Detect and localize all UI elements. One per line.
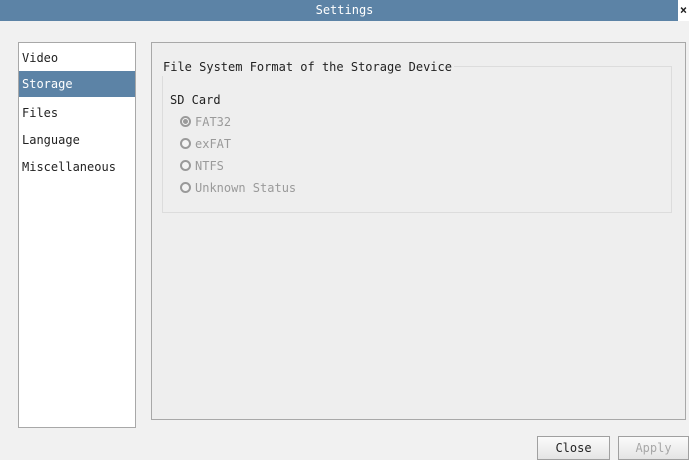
close-icon[interactable]: × [678, 0, 689, 21]
radio-label: exFAT [195, 137, 232, 151]
title-bar: Settings × [0, 0, 689, 21]
radio-label: Unknown Status [195, 181, 297, 195]
settings-sidebar: Video Storage Files Language Miscellaneo… [18, 42, 136, 428]
storage-panel: File System Format of the Storage Device… [151, 42, 686, 420]
radio-button-icon[interactable] [180, 116, 191, 127]
apply-button[interactable]: Apply [618, 436, 689, 460]
window-title: Settings [315, 3, 374, 17]
sd-card-label: SD Card [170, 93, 221, 107]
group-title: File System Format of the Storage Device [161, 58, 454, 76]
radio-label: NTFS [195, 159, 224, 173]
radio-button-icon[interactable] [180, 138, 191, 149]
radio-button-icon[interactable] [180, 160, 191, 171]
radio-label: FAT32 [195, 115, 232, 129]
sidebar-item-video[interactable]: Video [19, 45, 135, 71]
sidebar-item-storage[interactable]: Storage [19, 71, 135, 97]
sidebar-item-files[interactable]: Files [19, 100, 135, 126]
radio-button-icon[interactable] [180, 182, 191, 193]
sidebar-item-miscellaneous[interactable]: Miscellaneous [19, 154, 135, 180]
sidebar-item-language[interactable]: Language [19, 127, 135, 153]
close-button[interactable]: Close [537, 436, 610, 460]
